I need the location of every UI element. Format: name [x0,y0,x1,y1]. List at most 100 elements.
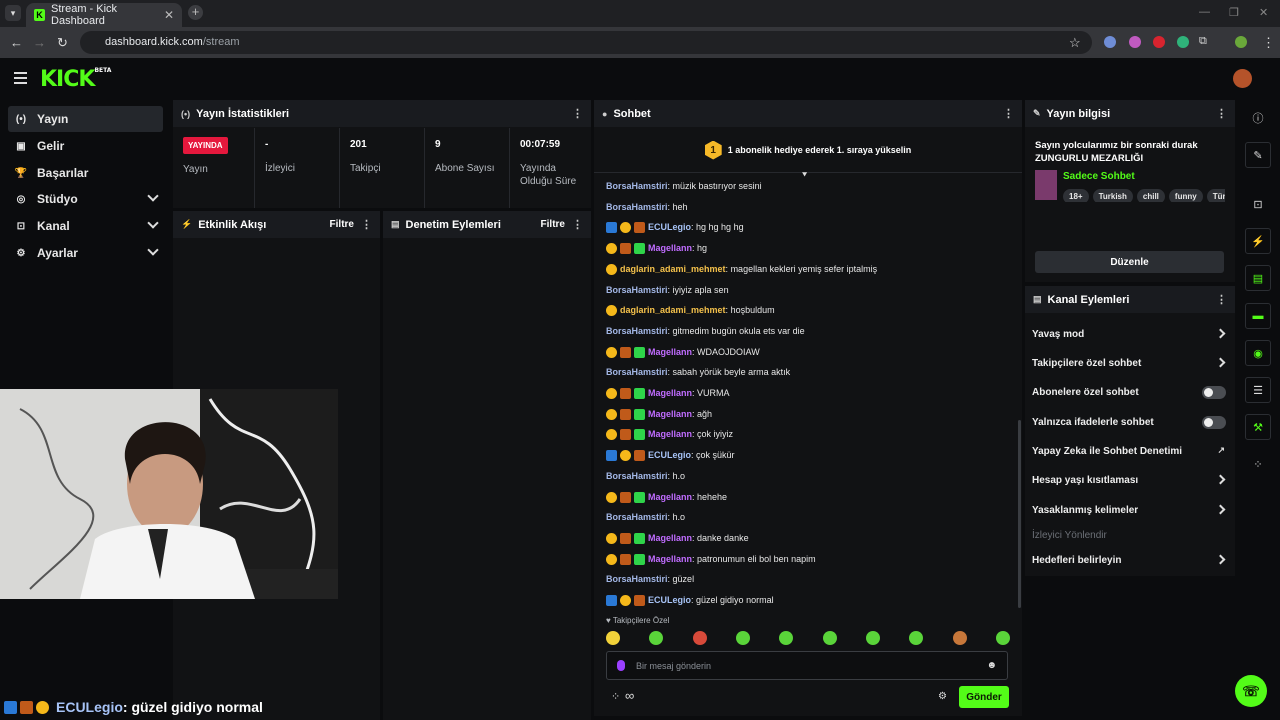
chat-username[interactable]: Magellann [648,388,692,398]
chat-bubble-icon[interactable]: ▬ [1245,303,1271,329]
chat-message[interactable]: BorsaHamstiri: sabah yörük beyle arma ak… [606,364,790,380]
chat-settings-icon[interactable]: ⚙ [938,691,947,702]
chat-username[interactable]: BorsaHamstiri [606,574,668,584]
emoji-icon[interactable]: ☻ [986,660,997,671]
help-chat-icon[interactable]: ☏ [1235,675,1267,707]
extensions-puzzle-icon[interactable]: ⧉ [1199,35,1207,48]
filter-button[interactable]: Filtre [330,219,354,230]
info-icon[interactable]: ⓘ [1245,105,1271,131]
chat-message[interactable]: BorsaHamstiri: güzel [606,571,694,587]
maximize-icon[interactable]: ❐ [1229,6,1239,19]
collapse-icon[interactable]: ⯆ [801,170,808,181]
chat-message[interactable]: Magellann: WDAOJDOIAW [606,344,760,360]
chat-username[interactable]: BorsaHamstiri [606,285,668,295]
emotes-only-toggle[interactable] [1202,416,1226,429]
menu-icon[interactable] [14,72,27,87]
extension-icon[interactable] [1104,36,1116,48]
chat-message[interactable]: Magellann: danke danke [606,530,749,546]
wrench-icon[interactable]: ⚒ [1245,414,1271,440]
chat-message[interactable]: daglarin_adami_mehmet: hoşbuldum [606,302,775,318]
emote-icon[interactable] [649,631,664,645]
action-ai-moderation[interactable]: Yapay Zeka ile Sohbet Denetimi ↗ [1032,441,1228,461]
kick-logo[interactable]: KICKBETA [40,67,111,92]
chat-message[interactable]: Magellann: ağh [606,406,712,422]
chat-message[interactable]: BorsaHamstiri: h.o [606,468,685,484]
sidebar-item-yayin[interactable]: (•) Yayın [8,106,163,132]
user-avatar[interactable] [1233,69,1252,88]
chat-message[interactable]: ECULegio: güzel gidiyo normal [606,592,774,608]
extension-icon[interactable] [1129,36,1141,48]
filter-button[interactable]: Filtre [541,219,565,230]
chevron-down-icon[interactable] [147,190,159,202]
chat-message[interactable]: Magellann: hehehe [606,489,727,505]
browser-menu-icon[interactable]: ⋮ [1262,35,1275,51]
minimize-icon[interactable]: — [1199,6,1210,18]
microphone-icon[interactable] [617,660,625,671]
more-options-icon[interactable]: ⋮ [572,218,583,231]
pinned-gift-banner[interactable]: 1 1 abonelik hediye ederek 1. sıraya yük… [594,128,1022,173]
broadcast-icon[interactable]: ◉ [1245,340,1271,366]
category-name[interactable]: Sadece Sohbet [1063,171,1135,182]
chat-username[interactable]: BorsaHamstiri [606,326,668,336]
back-icon[interactable]: ← [10,35,23,50]
action-banned-words[interactable]: Yasaklanmış kelimeler [1032,500,1228,520]
chat-input[interactable]: Bir mesaj gönderin ☻ [606,651,1008,680]
new-tab-button[interactable]: + [188,5,203,20]
sidebar-item-basarilar[interactable]: 🏆 Başarılar [8,160,163,186]
chat-username[interactable]: ECULegio [648,595,691,605]
chat-username[interactable]: Magellann [648,533,692,543]
chat-username[interactable]: Magellann [648,429,692,439]
emote-icon[interactable] [735,631,750,645]
extension-icon[interactable] [1177,36,1189,48]
emote-icon[interactable] [865,631,880,645]
forward-icon[interactable]: → [33,35,46,50]
pencil-icon[interactable]: ✎ [1245,142,1271,168]
chevron-down-icon[interactable] [147,244,159,256]
subscribers-only-toggle[interactable] [1202,386,1226,399]
emote-icon[interactable] [822,631,837,645]
close-window-icon[interactable]: ✕ [1259,6,1268,19]
browser-tab[interactable]: K Stream - Kick Dashboard ✕ [26,3,182,27]
chat-username[interactable]: BorsaHamstiri [606,367,668,377]
chevron-down-icon[interactable] [147,217,159,229]
chat-username[interactable]: BorsaHamstiri [606,181,668,191]
emote-icon[interactable] [952,631,967,645]
chat-message[interactable]: BorsaHamstiri: heh [606,199,688,215]
kick-points-icon[interactable]: ⁘ [1245,451,1271,477]
chat-message[interactable]: Magellann: VURMA [606,385,730,401]
emote-icon[interactable] [692,631,707,645]
more-options-icon[interactable]: ⋮ [361,218,372,231]
document-icon[interactable]: ▤ [1245,265,1271,291]
emote-icon[interactable] [909,631,924,645]
chat-message[interactable]: BorsaHamstiri: gitmedim bugün okula ets … [606,323,805,339]
action-set-goals[interactable]: Hedefleri belirleyin [1032,550,1228,570]
focus-icon[interactable]: ⊡ [1245,191,1271,217]
chat-message[interactable]: Magellann: patronumun eli bol ben napim [606,551,816,567]
sidebar-item-studyo[interactable]: ◎ Stüdyo [8,186,163,212]
chat-username[interactable]: ECULegio [648,222,691,232]
chat-message[interactable]: BorsaHamstiri: h.o [606,509,685,525]
sidebar-item-gelir[interactable]: ▣ Gelir [8,133,163,159]
chat-message[interactable]: Magellann: hg [606,240,707,256]
reload-icon[interactable]: ↻ [57,35,68,51]
tab-search-icon[interactable]: ▾ [5,5,21,21]
extension-icon[interactable] [1153,36,1165,48]
action-slow-mode[interactable]: Yavaş mod [1032,324,1228,344]
chat-username[interactable]: BorsaHamstiri [606,202,668,212]
chat-message[interactable]: daglarin_adami_mehmet: magellan kekleri … [606,261,877,277]
chat-message[interactable]: Magellann: çok iyiyiz [606,426,733,442]
actions-icon[interactable]: ☰ [1245,377,1271,403]
action-account-age[interactable]: Hesap yaşı kısıtlaması [1032,470,1228,490]
edit-button[interactable]: Düzenle [1035,251,1224,273]
chat-username[interactable]: BorsaHamstiri [606,512,668,522]
emote-icon[interactable] [606,631,620,645]
emote-icon[interactable] [779,631,794,645]
send-button[interactable]: Gönder [959,686,1009,708]
chat-scrollbar[interactable] [1018,420,1021,608]
chat-username[interactable]: Magellann [648,347,692,357]
action-followers-only[interactable]: Takipçilere özel sohbet [1032,353,1228,373]
chat-username[interactable]: Magellann [648,243,692,253]
chat-username[interactable]: ECULegio [648,450,691,460]
bookmark-star-icon[interactable]: ☆ [1069,35,1081,51]
chat-username[interactable]: Magellann [648,554,692,564]
